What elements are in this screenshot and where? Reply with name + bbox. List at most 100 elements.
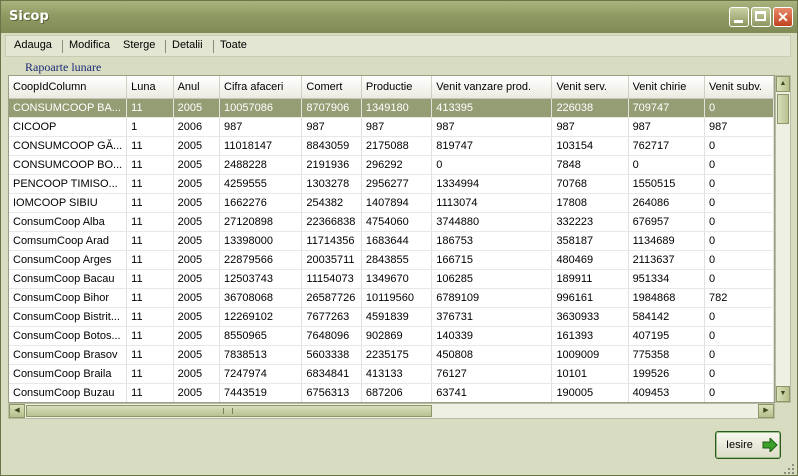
menu-modifica[interactable]: Modifica [69,39,110,51]
table-cell: ComsumCoop Arad [9,231,128,251]
table-row[interactable]: ConsumCoop Brasov 11 2005 7838513 5603338 223… [9,345,774,365]
column-header[interactable]: Luna [126,76,174,99]
horizontal-scroll-thumb[interactable] [26,405,432,417]
table-cell: 20035711 [301,250,362,270]
table-cell: 11 [126,364,174,384]
menu-detalii[interactable]: Detalii [172,39,203,51]
table-row[interactable]: ConsumCoop Bacau 11 2005 12503743 11154073 13… [9,269,774,289]
menu-sterge[interactable]: Sterge [123,39,155,51]
table-cell: 0 [704,326,774,346]
table-row[interactable]: ConsumCoop Alba 11 2005 27120898 22366838 475… [9,212,774,232]
table-cell: 0 [431,155,553,175]
table-cell: 7247974 [219,364,303,384]
scroll-left-icon[interactable]: ◀ [9,404,25,418]
table-row[interactable]: CONSUMCOOP BA... 11 2005 10057086 8707906 134… [9,98,774,118]
table-cell: 11 [126,326,174,346]
table-cell: ConsumCoop Bistrit... [9,307,128,327]
table-cell: 1407894 [361,193,433,213]
column-header[interactable]: Anul [173,76,221,99]
column-header[interactable]: Venit vanzare prod. [431,76,553,99]
table-cell: 296292 [361,155,433,175]
table-cell: 409453 [628,383,705,402]
column-header[interactable]: Venit subv. [704,76,774,99]
table-row[interactable]: IOMCOOP SIBIU 11 2005 1662276 254382 1407894 1… [9,193,774,213]
horizontal-scrollbar[interactable]: ◀ ▶ [8,403,775,419]
close-button[interactable]: ✕ [773,7,793,27]
table-cell: 7838513 [219,345,303,365]
menu-adauga[interactable]: Adauga [14,39,52,51]
table-cell: 2005 [173,98,221,118]
scroll-up-icon[interactable]: ▲ [776,76,790,92]
table-cell: 2005 [173,174,221,194]
scroll-corner [775,403,791,419]
table-cell: 2005 [173,269,221,289]
table-cell: 2005 [173,326,221,346]
table-cell: ConsumCoop Botos... [9,326,128,346]
menu-separator [165,40,166,53]
table-cell: ConsumCoop Brasov [9,345,128,365]
table-cell: 2843855 [361,250,433,270]
table-row[interactable]: CICOOP 1 2006 987 987 987 987 987 987 987 [9,117,774,137]
column-header[interactable]: Venit serv. [551,76,629,99]
table-cell: 376731 [431,307,553,327]
minimize-icon [734,20,743,23]
column-header[interactable]: Comert [301,76,362,99]
table-cell: 2956277 [361,174,433,194]
vertical-scrollbar[interactable]: ▲ ▼ [775,75,791,403]
title-bar[interactable]: Sicop ✕ [1,1,797,33]
table-cell: 11 [126,155,174,175]
table-row[interactable]: ConsumCoop Arges 11 2005 22879566 20035711 28… [9,250,774,270]
table-row[interactable]: CONSUMCOOP BO... 11 2005 2488228 2191936 2962… [9,155,774,175]
maximize-button[interactable] [751,7,771,27]
vertical-scroll-thumb[interactable] [777,94,789,124]
table-cell: 996161 [551,288,629,308]
table-cell: 8707906 [301,98,362,118]
table-cell: 36708068 [219,288,303,308]
table-cell: 189911 [551,269,629,289]
table-row[interactable]: ConsumCoop Botos... 11 2005 8550965 7648096 9… [9,326,774,346]
table-cell: 166715 [431,250,553,270]
table-row[interactable]: PENCOOP TIMISO... 11 2005 4259555 1303278 295… [9,174,774,194]
table-row[interactable]: ConsumCoop Bistrit... 11 2005 12269102 76772… [9,307,774,327]
column-header[interactable]: CoopIdColumn [9,76,128,99]
table-cell: 2005 [173,136,221,156]
table-cell: 987 [551,117,629,137]
table-cell: 12269102 [219,307,303,327]
scroll-right-icon[interactable]: ▶ [758,404,774,418]
table-cell: PENCOOP TIMISO... [9,174,128,194]
table-cell: 2175088 [361,136,433,156]
table-cell: 140339 [431,326,553,346]
table-cell: 199526 [628,364,705,384]
main-window: Sicop ✕ Adauga Modifica Sterge Detalii T… [0,0,798,476]
table-cell: 0 [704,364,774,384]
table-row[interactable]: ConsumCoop Braila 11 2005 7247974 6834841 413… [9,364,774,384]
column-header[interactable]: Cifra afaceri [219,76,303,99]
table-cell: 3744880 [431,212,553,232]
minimize-button[interactable] [729,7,749,27]
table-cell: 987 [301,117,362,137]
resize-grip-icon[interactable] [783,463,795,475]
table-cell: 709747 [628,98,705,118]
table-cell: ConsumCoop Buzau [9,383,128,402]
table-cell: 2005 [173,212,221,232]
column-header[interactable]: Productie [361,76,433,99]
menu-separator [62,40,63,53]
table-cell: 987 [628,117,705,137]
table-cell: 1334994 [431,174,553,194]
maximize-icon [755,11,766,21]
table-row[interactable]: ConsumCoop Buzau 11 2005 7443519 6756313 6872… [9,383,774,402]
exit-button[interactable]: Iesire [715,431,781,459]
table-cell: 10057086 [219,98,303,118]
table-row[interactable]: ConsumCoop Bihor 11 2005 36708068 26587726 10… [9,288,774,308]
table-row[interactable]: ComsumCoop Arad 11 2005 13398000 11714356 168… [9,231,774,251]
menu-toate[interactable]: Toate [220,39,247,51]
table-cell: 63741 [431,383,553,402]
table-cell: 1 [126,117,174,137]
table-cell: 0 [704,174,774,194]
scroll-down-icon[interactable]: ▼ [776,386,790,402]
exit-arrow-icon [762,438,778,452]
table-cell: 2005 [173,307,221,327]
table-row[interactable]: CONSUMCOOP GĂ... 11 2005 11018147 8843059 217… [9,136,774,156]
table-cell: CONSUMCOOP BO... [9,155,128,175]
column-header[interactable]: Venit chirie [628,76,705,99]
